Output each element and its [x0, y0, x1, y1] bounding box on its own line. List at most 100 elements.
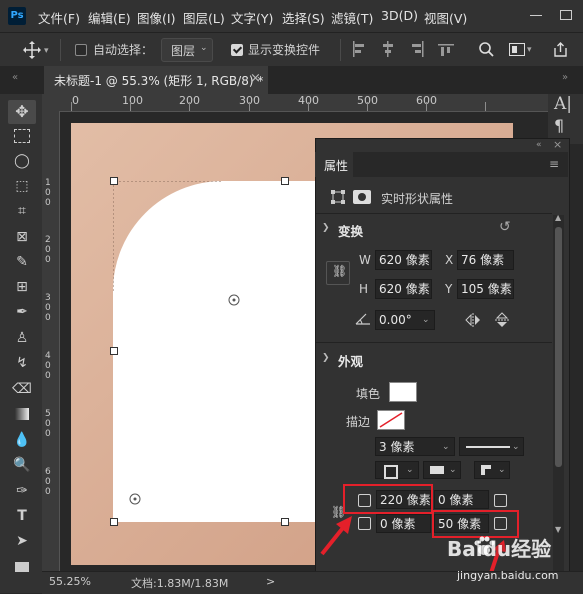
menu-type[interactable]: 文字(Y)	[231, 8, 273, 27]
maximize-icon[interactable]	[560, 10, 572, 20]
path-select-tool-icon[interactable]: ➤	[12, 531, 32, 551]
tab-properties[interactable]: 属性	[315, 152, 353, 177]
history-brush-tool-icon[interactable]: ↯	[12, 353, 32, 373]
healing-brush-tool-icon[interactable]: ⊞	[12, 277, 32, 297]
collapse-arrows-icon[interactable]: «	[12, 72, 18, 83]
menu-3d[interactable]: 3D(D)	[381, 8, 418, 23]
lasso-tool-icon[interactable]: ◯	[12, 151, 32, 171]
fill-label: 填色	[356, 387, 381, 401]
link-dimensions-button[interactable]: ⛓	[326, 261, 350, 285]
transform-handle[interactable]	[281, 177, 289, 185]
width-input[interactable]: 620 像素	[375, 250, 432, 270]
chevron-down-icon: ⌄	[449, 465, 457, 475]
align-top-icon[interactable]	[438, 43, 454, 57]
stroke-width-input[interactable]: 3 像素 ⌄	[375, 437, 455, 456]
transform-handle[interactable]	[110, 347, 118, 355]
eraser-tool-icon[interactable]: ⌫	[12, 379, 32, 399]
object-select-tool-icon[interactable]: ⬚	[12, 176, 32, 196]
clone-stamp-tool-icon[interactable]: ♙	[12, 328, 32, 348]
expand-arrows-icon[interactable]: »	[562, 72, 568, 83]
angle-input[interactable]: 0.00° ⌄	[375, 310, 435, 330]
height-label: H	[359, 282, 369, 296]
flip-vertical-icon[interactable]	[494, 312, 510, 328]
status-menu-arrow[interactable]: >	[266, 575, 275, 588]
eyedropper-tool-icon[interactable]: ✎	[12, 252, 32, 272]
gradient-tool-icon[interactable]	[12, 404, 32, 424]
transform-handle[interactable]	[281, 518, 289, 526]
collapse-panel-icon[interactable]: «	[536, 140, 542, 150]
align-center-icon[interactable]	[381, 41, 395, 57]
stroke-join-dropdown[interactable]: ⌄	[474, 461, 510, 479]
section-collapse-icon[interactable]: ❯	[322, 223, 330, 233]
move-tool-icon[interactable]	[22, 40, 42, 60]
fill-color-swatch[interactable]	[389, 382, 417, 402]
section-collapse-icon[interactable]: ❯	[322, 353, 330, 363]
align-right-icon[interactable]	[410, 41, 424, 57]
show-transform-label: 显示变换控件	[248, 43, 321, 57]
ruler-label: 0	[72, 94, 79, 107]
close-tab-icon[interactable]: ×	[250, 71, 261, 86]
rectangle-tool-icon[interactable]	[12, 557, 32, 577]
chevron-down-icon: ⌄	[498, 465, 506, 475]
appearance-section-title: 外观	[338, 354, 364, 369]
x-position-input[interactable]: 76 像素	[457, 250, 514, 270]
stroke-type-dropdown[interactable]: ⌄	[459, 437, 524, 456]
show-transform-checkbox[interactable]	[231, 44, 243, 56]
menu-image[interactable]: 图像(I)	[137, 8, 175, 27]
panel-scrollbar[interactable]: ▲ ▼	[553, 213, 564, 571]
align-left-icon[interactable]	[352, 41, 366, 57]
center-point-icon[interactable]	[228, 294, 240, 306]
move-tool-icon[interactable]: ✥	[12, 102, 32, 122]
paragraph-panel-icon[interactable]: ¶	[554, 116, 564, 135]
scrollbar-thumb[interactable]	[555, 227, 562, 467]
minimize-icon[interactable]	[530, 15, 542, 16]
menu-filter[interactable]: 滤镜(T)	[331, 8, 373, 27]
panel-menu-icon[interactable]: ≡	[549, 157, 559, 171]
stroke-width-value: 3 像素	[379, 440, 415, 454]
y-position-input[interactable]: 105 像素	[457, 279, 514, 299]
tool-preset-chevron-icon[interactable]: ▾	[44, 46, 49, 56]
transform-handle[interactable]	[110, 518, 118, 526]
share-icon[interactable]	[553, 42, 568, 57]
pen-tool-icon[interactable]: ✑	[12, 481, 32, 501]
workspace-icon[interactable]	[509, 43, 525, 56]
menu-file[interactable]: 文件(F)	[38, 8, 80, 27]
menu-select[interactable]: 选择(S)	[282, 8, 325, 27]
menu-edit[interactable]: 编辑(E)	[88, 8, 131, 27]
document-tab[interactable]: 未标题-1 @ 55.3% (矩形 1, RGB/8) * ×	[44, 66, 268, 94]
reset-icon[interactable]: ↺	[499, 219, 511, 235]
flip-horizontal-icon[interactable]	[465, 312, 481, 328]
height-input[interactable]: 620 像素	[375, 279, 432, 299]
transform-handle[interactable]	[110, 177, 118, 185]
dodge-tool-icon[interactable]: 🔍	[12, 455, 32, 475]
stroke-align-dropdown[interactable]: ⌄	[375, 461, 419, 479]
marquee-tool-icon[interactable]	[12, 126, 32, 146]
menu-view[interactable]: 视图(V)	[424, 8, 467, 27]
frame-tool-icon[interactable]: ⊠	[12, 227, 32, 247]
type-tool-icon[interactable]: T	[12, 506, 32, 526]
stroke-color-swatch[interactable]	[377, 410, 405, 430]
auto-select-checkbox[interactable]	[75, 44, 87, 56]
layer-dropdown[interactable]: 图层 ⌄	[161, 38, 213, 62]
corner-top-right-input[interactable]: 0 像素	[434, 490, 489, 509]
tools-panel: ✥ ◯ ⬚ ⌗ ⊠ ✎ ⊞ ✒ ♙ ↯ ⌫ 💧 🔍 ✑ T ➤	[0, 94, 43, 593]
crop-tool-icon[interactable]: ⌗	[12, 201, 32, 221]
mask-icon[interactable]	[353, 190, 371, 204]
angle-icon	[355, 313, 370, 325]
stroke-label: 描边	[346, 415, 371, 429]
blur-tool-icon[interactable]: 💧	[12, 430, 32, 450]
stroke-align-icon	[384, 465, 398, 479]
corner-radius-widget-icon[interactable]	[129, 493, 141, 505]
divider	[60, 39, 61, 61]
stroke-cap-dropdown[interactable]: ⌄	[423, 461, 461, 479]
zoom-level[interactable]: 55.25%	[49, 575, 91, 588]
corner-bottom-left-input[interactable]: 0 像素	[376, 514, 431, 533]
character-panel-icon[interactable]: A|	[554, 94, 572, 114]
brush-tool-icon[interactable]: ✒	[12, 302, 32, 322]
menu-layer[interactable]: 图层(L)	[183, 8, 225, 27]
scroll-up-icon[interactable]: ▲	[555, 213, 561, 222]
chevron-down-icon[interactable]: ▾	[527, 45, 532, 55]
ruler-label: 2 0 0	[45, 235, 51, 265]
close-panel-icon[interactable]: ×	[553, 138, 562, 151]
search-icon[interactable]	[479, 42, 494, 57]
